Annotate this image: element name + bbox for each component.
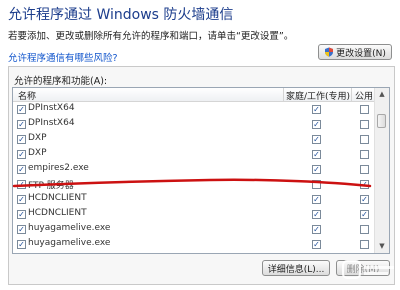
home-work-checkbox[interactable]: ✓ bbox=[312, 150, 321, 159]
scroll-thumb[interactable] bbox=[377, 114, 386, 128]
home-work-checkbox[interactable]: ✓ bbox=[312, 210, 321, 219]
program-name: huyagamelive.exe bbox=[28, 253, 110, 254]
home-work-checkbox[interactable]: ✓ bbox=[312, 195, 321, 204]
program-name: DXP bbox=[28, 133, 47, 143]
home-work-checkbox[interactable]: ✓ bbox=[312, 225, 321, 234]
public-checkbox[interactable] bbox=[360, 105, 369, 114]
enabled-checkbox[interactable]: ✓ bbox=[17, 180, 26, 189]
program-name: HCDNCLIENT bbox=[28, 208, 87, 218]
program-name: DPInstX64 bbox=[28, 118, 75, 128]
program-row[interactable]: ✓ DPInstX64 ✓ bbox=[13, 117, 375, 132]
program-row[interactable]: ✓ DXP ✓ bbox=[13, 132, 375, 147]
public-checkbox[interactable] bbox=[360, 120, 369, 129]
change-settings-button[interactable]: 更改设置(N) bbox=[318, 44, 392, 60]
program-name: DXP bbox=[28, 148, 47, 158]
enabled-checkbox[interactable]: ✓ bbox=[17, 135, 26, 144]
enabled-checkbox[interactable]: ✓ bbox=[17, 120, 26, 129]
program-row[interactable]: ✓ DXP ✓ bbox=[13, 147, 375, 162]
programs-list[interactable]: 名称 家庭/工作(专用) 公用 ✓ DPInstX64 ✓ ✓ DPInstX64 ✓ ✓ D… bbox=[12, 87, 390, 254]
scroll-down-arrow-icon[interactable]: ▼ bbox=[375, 240, 389, 253]
watermark-logo bbox=[342, 258, 396, 282]
public-checkbox[interactable]: ✓ bbox=[360, 180, 369, 189]
public-checkbox[interactable] bbox=[360, 135, 369, 144]
public-checkbox[interactable] bbox=[360, 240, 369, 249]
instruction-text: 若要添加、更改或删除所有允许的程序和端口，请单击“更改设置”。 bbox=[8, 31, 294, 42]
program-name: FTP 服务器 bbox=[28, 181, 74, 191]
enabled-checkbox[interactable]: ✓ bbox=[17, 165, 26, 174]
enabled-checkbox[interactable]: ✓ bbox=[17, 105, 26, 114]
program-name: huyagamelive.exe bbox=[28, 223, 111, 233]
vertical-scrollbar[interactable]: ▲ ▼ bbox=[374, 88, 389, 253]
program-row[interactable]: ✓ DPInstX64 ✓ bbox=[13, 102, 375, 117]
public-checkbox[interactable]: ✓ bbox=[360, 195, 369, 204]
enabled-checkbox[interactable]: ✓ bbox=[17, 240, 26, 249]
column-name-header[interactable]: 名称 bbox=[18, 89, 36, 102]
public-checkbox[interactable] bbox=[360, 225, 369, 234]
details-button[interactable]: 详细信息(L)... bbox=[262, 260, 330, 276]
enabled-checkbox[interactable]: ✓ bbox=[17, 225, 26, 234]
home-work-checkbox[interactable]: ✓ bbox=[312, 165, 321, 174]
home-work-checkbox[interactable]: ✓ bbox=[312, 135, 321, 144]
enabled-checkbox[interactable]: ✓ bbox=[17, 150, 26, 159]
public-checkbox[interactable] bbox=[360, 165, 369, 174]
column-divider bbox=[351, 88, 352, 101]
page-title: 允许程序通过 Windows 防火墙通信 bbox=[8, 7, 234, 23]
program-row[interactable]: ✓ empires2.exe ✓ bbox=[13, 162, 375, 177]
column-public-header[interactable]: 公用 bbox=[355, 89, 373, 102]
program-name: DPInstX64 bbox=[28, 103, 75, 113]
home-work-checkbox[interactable]: ✓ bbox=[312, 105, 321, 114]
column-home-work-header[interactable]: 家庭/工作(专用) bbox=[286, 89, 350, 102]
program-row[interactable]: ✓ huyagamelive.exe ✓ bbox=[13, 237, 375, 252]
program-row[interactable]: ✓ HCDNCLIENT ✓ ✓ bbox=[13, 192, 375, 207]
home-work-checkbox[interactable]: ✓ bbox=[312, 120, 321, 129]
risk-help-link[interactable]: 允许程序通信有哪些风险? bbox=[8, 50, 118, 64]
public-checkbox[interactable] bbox=[360, 150, 369, 159]
uac-shield-icon bbox=[325, 47, 334, 57]
allowed-programs-label: 允许的程序和功能(A): bbox=[14, 76, 108, 87]
program-row[interactable]: ✓ FTP 服务器 ✓ bbox=[13, 177, 375, 192]
column-divider bbox=[283, 88, 284, 101]
program-row[interactable]: ✓huyagamelive.exe✓✓ bbox=[13, 252, 375, 254]
public-checkbox[interactable]: ✓ bbox=[360, 210, 369, 219]
program-row[interactable]: ✓ HCDNCLIENT ✓ ✓ bbox=[13, 207, 375, 222]
program-name: HCDNCLIENT bbox=[28, 193, 87, 203]
home-work-checkbox[interactable]: ✓ bbox=[312, 240, 321, 249]
program-name: empires2.exe bbox=[28, 163, 89, 173]
program-name: huyagamelive.exe bbox=[28, 238, 111, 248]
scroll-up-arrow-icon[interactable]: ▲ bbox=[375, 88, 389, 101]
list-header: 名称 家庭/工作(专用) 公用 bbox=[13, 88, 375, 102]
watermark-icon bbox=[342, 260, 394, 279]
change-settings-label: 更改设置(N) bbox=[336, 48, 386, 59]
program-row[interactable]: ✓ huyagamelive.exe ✓ bbox=[13, 222, 375, 237]
enabled-checkbox[interactable]: ✓ bbox=[17, 195, 26, 204]
home-work-checkbox[interactable] bbox=[312, 180, 321, 189]
enabled-checkbox[interactable]: ✓ bbox=[17, 210, 26, 219]
